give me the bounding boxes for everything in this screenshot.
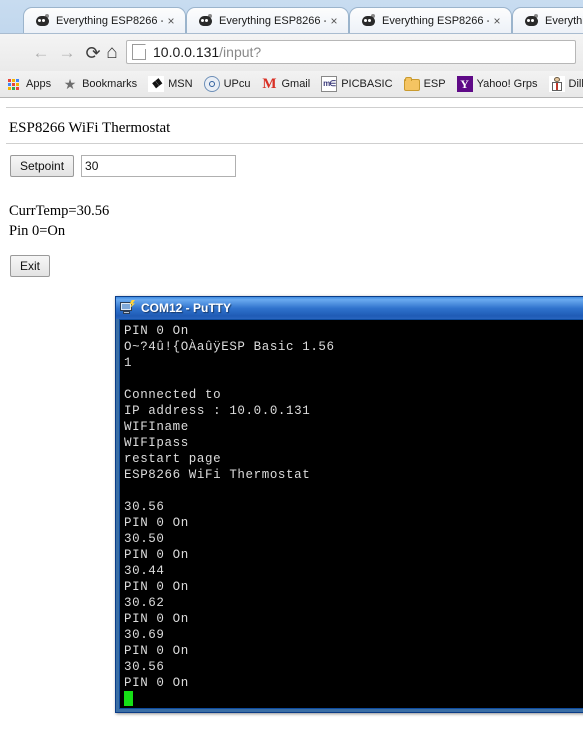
divider-top — [6, 107, 583, 108]
forward-icon[interactable]: → — [56, 42, 78, 64]
terminal-line: 30.50 — [124, 532, 165, 546]
bookmark-label: ESP — [423, 78, 446, 90]
bookmark-picbasic[interactable]: m∈ PICBASIC — [321, 76, 393, 92]
terminal-line: ESP8266 WiFi Thermostat — [124, 468, 311, 482]
bookmark-label: UPcu — [223, 78, 251, 90]
back-icon[interactable]: ← — [30, 42, 52, 64]
site-favicon-icon — [35, 13, 50, 28]
terminal-line: restart page — [124, 452, 222, 466]
bookmark-gmail[interactable]: M Gmail — [261, 76, 310, 92]
address-bar[interactable]: 10.0.0.131/input? — [126, 40, 576, 64]
screen-root: Everything ESP8266 - × Everything ESP826… — [0, 0, 583, 749]
terminal-line: PIN 0 On — [124, 516, 189, 530]
terminal-line: PIN 0 On — [124, 580, 189, 594]
terminal-line: Connected to — [124, 388, 222, 402]
apps-grid-icon — [6, 76, 22, 92]
setpoint-form: Setpoint — [10, 155, 237, 177]
bookmark-label: Apps — [26, 78, 52, 90]
terminal-line: 30.69 — [124, 628, 165, 642]
tab-title: Everything ESP8266 - — [219, 14, 326, 27]
msn-butterfly-icon: ❖ — [148, 76, 165, 92]
terminal-line: WIFIname — [124, 420, 189, 434]
bookmarks-bar: Apps ★ Bookmarks ❖ MSN UPcu M Gmail m∈ P… — [0, 71, 583, 98]
picbasic-icon: m∈ — [321, 76, 338, 92]
site-favicon-icon — [524, 13, 539, 28]
terminal-line: 30.62 — [124, 596, 165, 610]
bookmark-apps[interactable]: Apps — [6, 76, 51, 92]
terminal-line: 1 — [124, 356, 133, 370]
browser-tab-3[interactable]: Everything ESP8266 - × — [349, 7, 512, 33]
bookmark-label: Yahoo! Grps — [476, 78, 538, 90]
tab-close-icon[interactable]: × — [163, 13, 179, 29]
terminal-line: 30.44 — [124, 564, 165, 578]
upcu-icon — [203, 76, 220, 92]
terminal-line: PIN 0 On — [124, 324, 189, 338]
bookmark-label: Dilb — [568, 78, 583, 90]
browser-chrome: Everything ESP8266 - × Everything ESP826… — [0, 0, 583, 105]
home-icon[interactable]: ⌂ — [101, 42, 123, 64]
address-bar-url: 10.0.0.131/input? — [153, 44, 261, 60]
terminal-line: O~?4û!{OÀaûÿESP Basic 1.56 — [124, 340, 335, 354]
tab-strip: Everything ESP8266 - × Everything ESP826… — [0, 0, 583, 33]
tab-title: Everything ESP8266 - — [382, 14, 489, 27]
setpoint-input[interactable] — [81, 155, 237, 177]
browser-tab-4[interactable]: Everything × — [512, 7, 583, 33]
putty-window[interactable]: COM12 - PuTTY PIN 0 On O~?4û!{OÀaûÿESP B… — [115, 296, 583, 713]
browser-tab-2[interactable]: Everything ESP8266 - × — [186, 7, 349, 33]
pin-state-text: Pin 0=On — [9, 223, 66, 239]
star-icon: ★ — [63, 76, 77, 92]
tab-close-icon[interactable]: × — [489, 13, 505, 29]
bookmark-yahoo-grps[interactable]: Y Yahoo! Grps — [456, 76, 538, 92]
tab-title: Everything — [545, 14, 583, 27]
setpoint-button[interactable]: Setpoint — [10, 155, 75, 177]
terminal-cursor-line — [124, 691, 583, 707]
bookmark-dilbert[interactable]: Dilb — [548, 76, 583, 92]
putty-window-title: COM12 - PuTTY — [141, 301, 232, 315]
url-path: /input? — [219, 44, 262, 60]
exit-button[interactable]: Exit — [10, 255, 51, 277]
exit-row: Exit — [10, 255, 51, 277]
dilbert-icon — [548, 76, 565, 92]
bookmark-label: Gmail — [281, 78, 311, 90]
bookmark-label: PICBASIC — [341, 78, 393, 90]
page-icon — [132, 44, 146, 60]
bookmark-esp[interactable]: ESP — [403, 77, 446, 91]
terminal-line: IP address : 10.0.0.131 — [124, 404, 311, 418]
putty-terminal[interactable]: PIN 0 On O~?4û!{OÀaûÿESP Basic 1.56 1 Co… — [119, 319, 583, 709]
tab-title: Everything ESP8266 - — [56, 14, 163, 27]
browser-toolbar: ← → ⟳ ⌂ 10.0.0.131/input? — [0, 33, 583, 71]
gmail-icon: M — [262, 76, 277, 92]
bookmark-msn[interactable]: ❖ MSN — [148, 76, 193, 92]
terminal-line: 30.56 — [124, 500, 165, 514]
site-favicon-icon — [198, 13, 213, 28]
divider-under-title — [6, 143, 583, 144]
terminal-line: PIN 0 On — [124, 676, 189, 690]
bookmark-label: MSN — [168, 78, 193, 90]
yahoo-icon: Y — [456, 76, 473, 92]
putty-title-bar[interactable]: COM12 - PuTTY — [116, 297, 583, 319]
bookmark-label: Bookmarks — [82, 78, 138, 90]
putty-computer-icon — [120, 300, 136, 316]
url-host: 10.0.0.131 — [153, 44, 220, 60]
terminal-line: PIN 0 On — [124, 548, 189, 562]
terminal-line: PIN 0 On — [124, 612, 189, 626]
current-temp-text: CurrTemp=30.56 — [9, 203, 110, 219]
terminal-line: WIFIpass — [124, 436, 189, 450]
browser-tab-1[interactable]: Everything ESP8266 - × — [23, 7, 186, 33]
folder-icon — [403, 77, 420, 91]
tab-close-icon[interactable]: × — [326, 13, 342, 29]
page-title: ESP8266 WiFi Thermostat — [9, 120, 171, 136]
bookmark-bookmarks[interactable]: ★ Bookmarks — [62, 76, 137, 92]
site-favicon-icon — [361, 13, 376, 28]
terminal-line: PIN 0 On — [124, 644, 189, 658]
bookmark-upcu[interactable]: UPcu — [203, 76, 251, 92]
block-cursor-icon — [124, 691, 133, 706]
terminal-line: 30.56 — [124, 660, 165, 674]
